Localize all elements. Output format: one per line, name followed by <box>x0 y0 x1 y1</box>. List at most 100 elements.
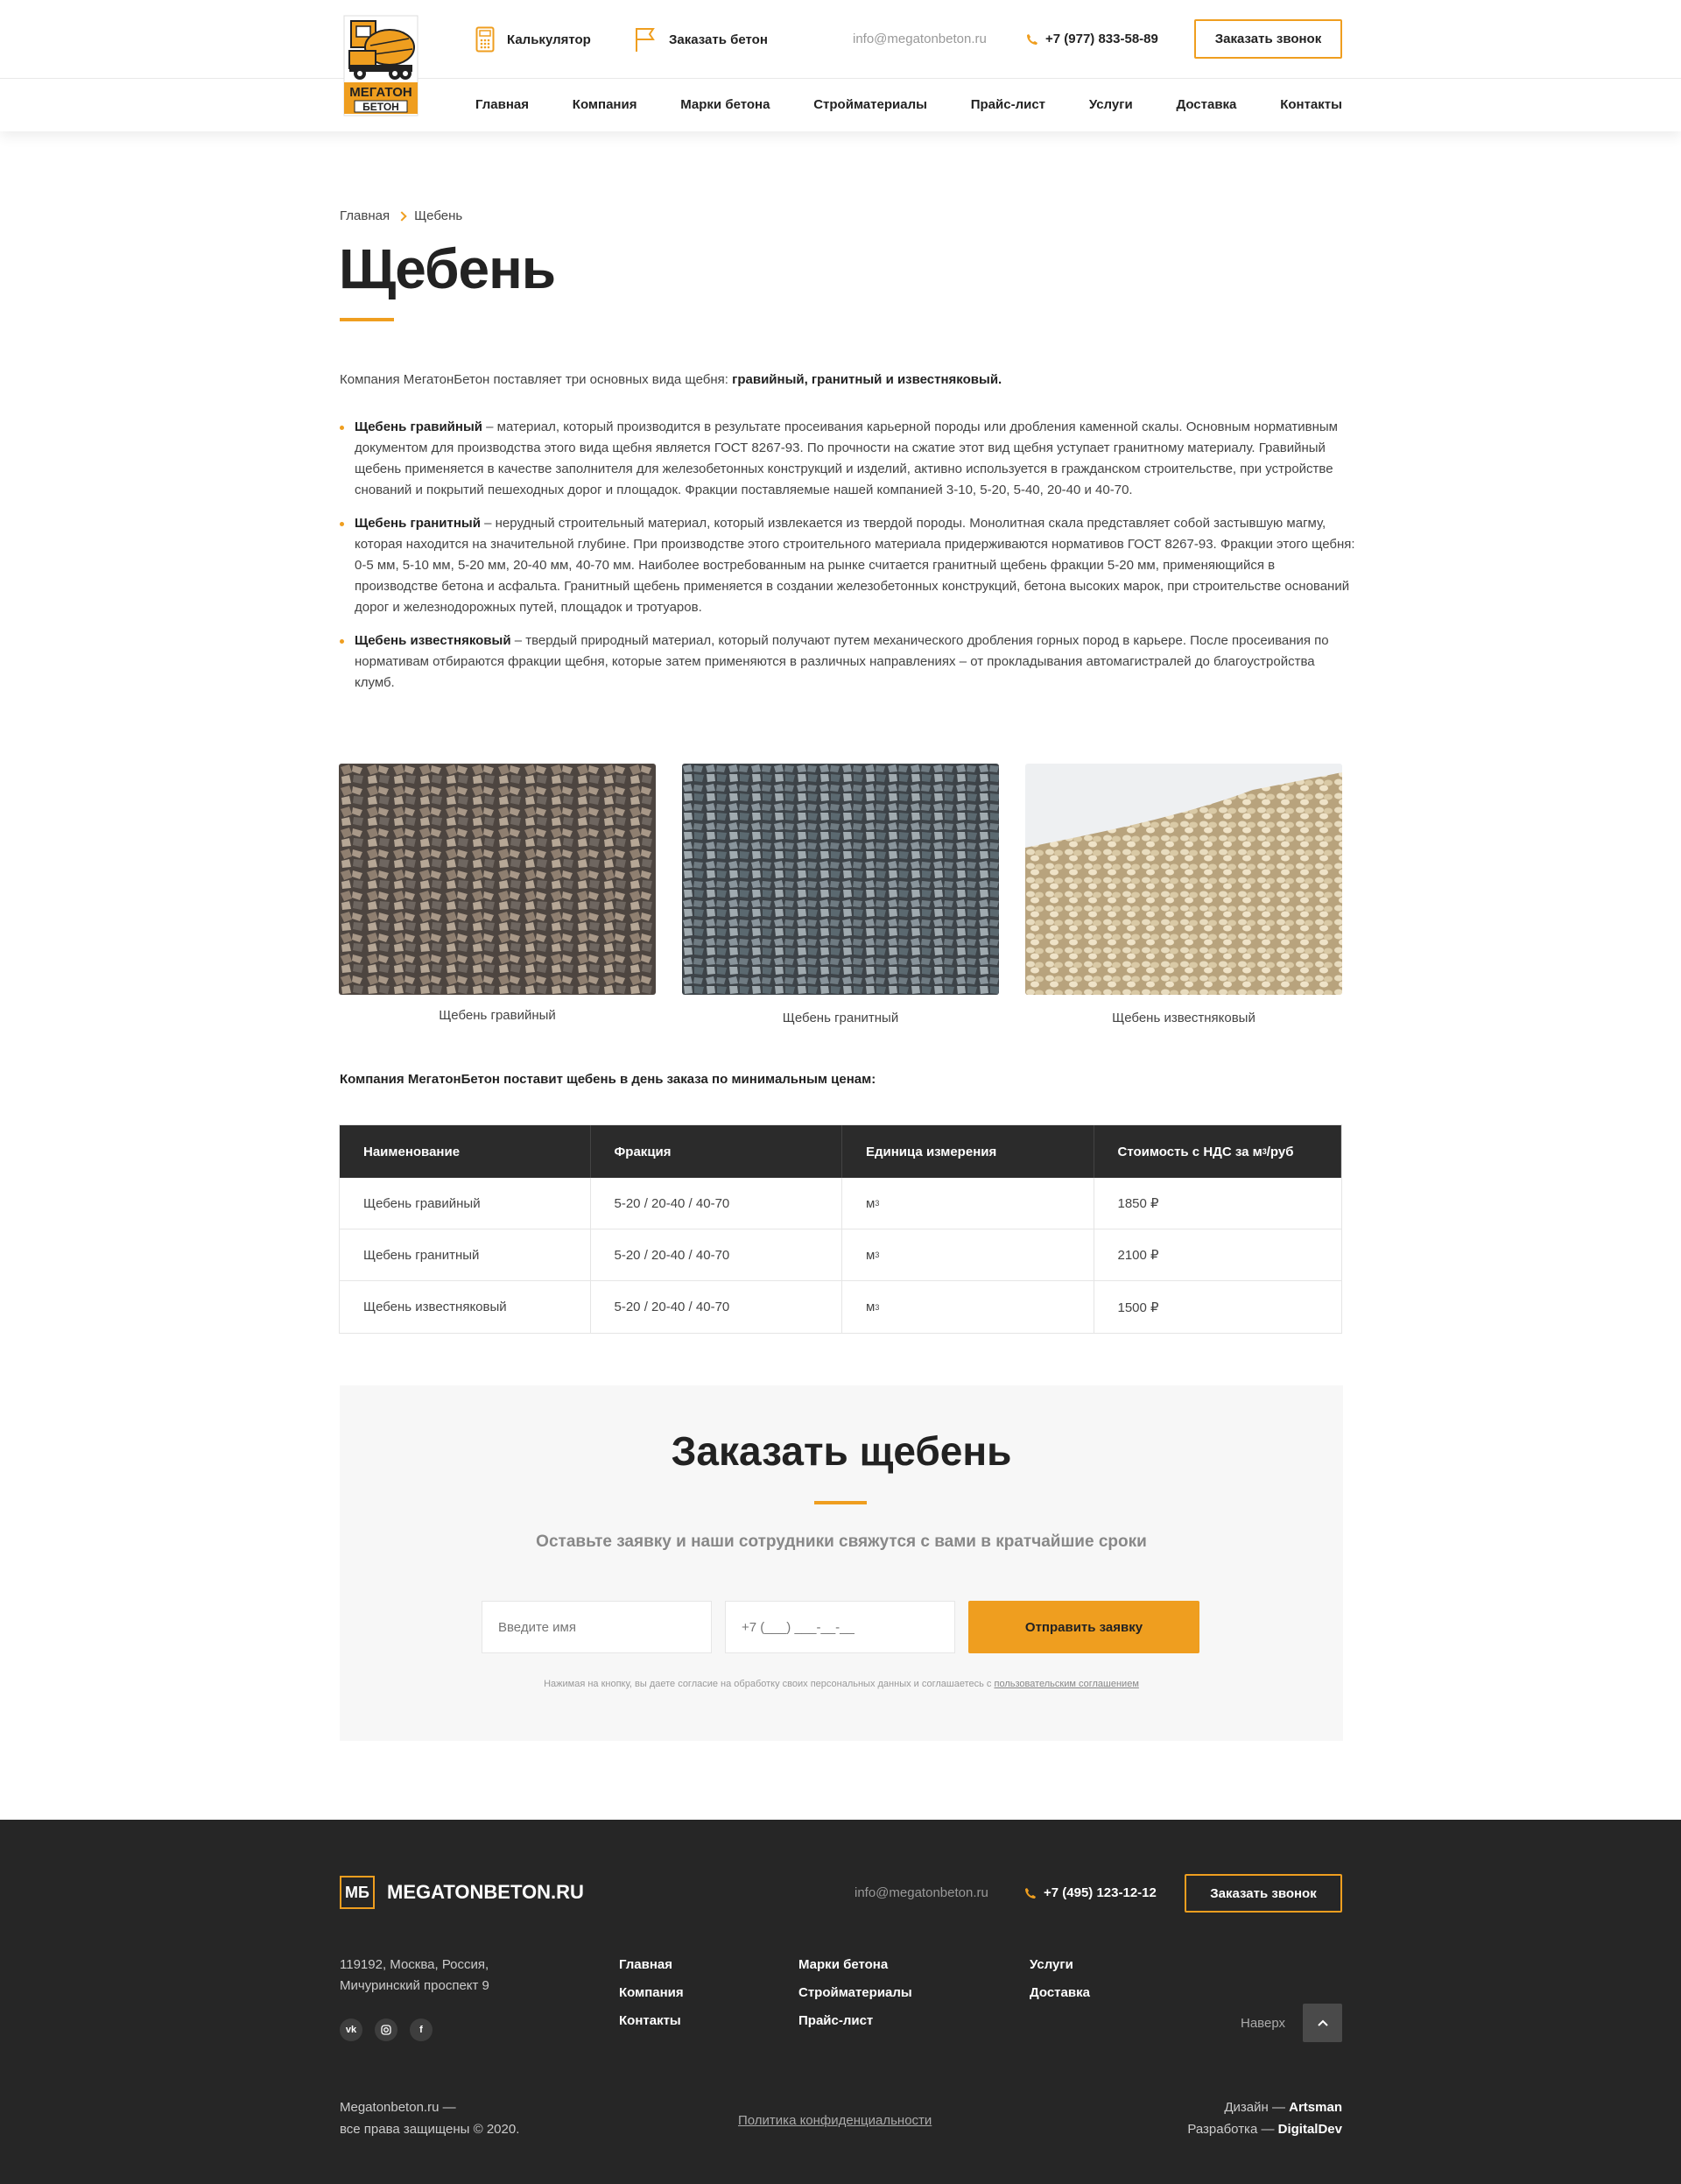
call-request-button[interactable]: Заказать звонок <box>1194 19 1342 59</box>
unit-sup: 3 <box>875 1199 880 1208</box>
column-header: Стоимость с НДС за м 3/руб <box>1094 1125 1341 1178</box>
calculator-link[interactable]: Калькулятор <box>475 25 591 54</box>
header-phone-number: +7 (977) 833-58-89 <box>1045 32 1158 46</box>
name-input[interactable] <box>482 1601 712 1653</box>
svg-text:БЕТОН: БЕТОН <box>362 101 399 113</box>
privacy-policy-link[interactable]: Политика конфиденциальности <box>738 2113 932 2128</box>
table-cell: м3 <box>842 1281 1094 1333</box>
copyright: Megatonbeton.ru — все права защищены © 2… <box>340 2096 519 2140</box>
footer-link-delivery[interactable]: Доставка <box>1030 1985 1090 2003</box>
table-row: Щебень известняковый 5-20 / 20-40 / 40-7… <box>340 1281 1341 1333</box>
gallery-caption: Щебень известняковый <box>1112 1011 1255 1025</box>
dev-name[interactable]: DigitalDev <box>1278 2122 1342 2137</box>
footer-link-concrete-grades[interactable]: Марки бетона <box>798 1957 912 1975</box>
calculator-icon <box>475 26 495 53</box>
order-form-subtitle: Оставьте заявку и наши сотрудники свяжут… <box>536 1532 1147 1551</box>
intro-plain: Компания МегатонБетон поставляет три осн… <box>340 372 733 387</box>
list-item: Щебень гравийный – материал, который про… <box>340 417 1355 501</box>
instagram-icon[interactable] <box>375 2018 397 2041</box>
type-name: Щебень гранитный <box>355 516 481 531</box>
user-agreement-link[interactable]: пользовательским соглашением <box>994 1679 1138 1689</box>
column-header: Единица измерения <box>842 1125 1094 1178</box>
table-cell: 1850 ₽ <box>1117 1196 1159 1211</box>
consent-plain: Нажимая на кнопку, вы даете согласие на … <box>544 1679 995 1689</box>
footer-phone[interactable]: +7 (495) 123-12-12 <box>1024 1885 1157 1900</box>
chevron-up-icon <box>1317 2019 1328 2026</box>
table-cell: 5-20 / 20-40 / 40-70 <box>591 1178 842 1229</box>
nav-item-company[interactable]: Компания <box>573 97 637 112</box>
table-cell: Щебень гравийный <box>340 1178 591 1229</box>
table-row: Щебень гранитный 5-20 / 20-40 / 40-70 м3… <box>340 1229 1341 1281</box>
scroll-top-button[interactable] <box>1303 2004 1342 2042</box>
order-concrete-link[interactable]: Заказать бетон <box>634 25 768 54</box>
nav-item-home[interactable]: Главная <box>475 97 529 112</box>
footer-link-company[interactable]: Компания <box>619 1985 684 2003</box>
design-credit: Дизайн — Artsman <box>1138 2096 1342 2118</box>
order-concrete-label: Заказать бетон <box>669 32 768 47</box>
copyright-line: все права защищены © 2020. <box>340 2122 520 2137</box>
table-cell: 5-20 / 20-40 / 40-70 <box>591 1229 842 1280</box>
flag-icon <box>636 28 655 52</box>
nav-item-concrete-grades[interactable]: Марки бетона <box>680 97 770 112</box>
submit-button[interactable]: Отправить заявку <box>968 1601 1199 1653</box>
footer-link-services[interactable]: Услуги <box>1030 1957 1090 1975</box>
unit-sup: 3 <box>875 1251 880 1259</box>
footer-email[interactable]: info@megatonbeton.ru <box>855 1885 988 1900</box>
phone-input[interactable] <box>725 1601 955 1653</box>
price-lead: Компания МегатонБетон поставит щебень в … <box>340 1072 876 1087</box>
price-table: Наименование Фракция Единица измерения С… <box>339 1124 1342 1334</box>
unit: м <box>866 1195 876 1211</box>
header-email[interactable]: info@megatonbeton.ru <box>853 32 987 46</box>
copyright-line: Megatonbeton.ru — <box>340 2100 456 2115</box>
table-cell: Щебень гранитный <box>340 1229 591 1280</box>
type-name: Щебень известняковый <box>355 633 511 648</box>
unit-sup: 3 <box>875 1302 880 1312</box>
footer-link-materials[interactable]: Стройматериалы <box>798 1985 912 2003</box>
instagram-glyph <box>381 2025 391 2035</box>
phone-icon <box>1027 33 1037 45</box>
site-logo[interactable]: МЕГАТОН БЕТОН <box>339 12 423 119</box>
facebook-icon[interactable]: f <box>410 2018 433 2041</box>
vk-icon[interactable]: vk <box>340 2018 362 2041</box>
dev-credit: Разработка — DigitalDev <box>1138 2118 1342 2140</box>
table-row: Щебень гравийный 5-20 / 20-40 / 40-70 м3… <box>340 1178 1341 1229</box>
title-underline <box>340 318 394 321</box>
header-divider <box>0 78 1681 79</box>
nav-item-contacts[interactable]: Контакты <box>1280 97 1342 112</box>
footer-logo-name: MEGATONBETON.RU <box>387 1881 584 1903</box>
nav-item-services[interactable]: Услуги <box>1089 97 1133 112</box>
table-header-row: Наименование Фракция Единица измерения С… <box>340 1125 1341 1178</box>
breadcrumb-current: Щебень <box>414 208 463 223</box>
footer-logo-mark: МБ <box>340 1876 375 1909</box>
nav-item-price-list[interactable]: Прайс-лист <box>971 97 1045 112</box>
breadcrumb-home[interactable]: Главная <box>340 208 390 223</box>
nav-item-delivery[interactable]: Доставка <box>1176 97 1236 112</box>
footer-link-home[interactable]: Главная <box>619 1957 684 1975</box>
scroll-top-label: Наверх <box>1241 2016 1285 2031</box>
type-description: – нерудный строительный материал, которы… <box>355 516 1355 615</box>
limestone-photo <box>1025 764 1342 995</box>
footer-address: 119192, Москва, Россия, Мичуринский прос… <box>340 1955 489 1997</box>
dev-label: Разработка — <box>1187 2122 1278 2137</box>
footer-call-button[interactable]: Заказать звонок <box>1185 1874 1342 1913</box>
svg-text:МЕГАТОН: МЕГАТОН <box>349 85 411 100</box>
table-cell: Щебень известняковый <box>340 1281 591 1333</box>
type-name: Щебень гравийный <box>355 419 482 434</box>
footer-link-contacts[interactable]: Контакты <box>619 2013 684 2031</box>
nav-item-materials[interactable]: Стройматериалы <box>813 97 927 112</box>
order-form-title: Заказать щебень <box>671 1428 1012 1474</box>
address-line: 119192, Москва, Россия, <box>340 1957 489 1972</box>
unit: м <box>866 1247 876 1263</box>
gravel-photo <box>339 764 656 995</box>
footer-link-price-list[interactable]: Прайс-лист <box>798 2013 912 2031</box>
form-title-underline <box>814 1501 867 1504</box>
breadcrumb: Главная Щебень <box>340 208 462 223</box>
footer-logo[interactable]: МБ MEGATONBETON.RU <box>340 1876 584 1909</box>
main-nav: Главная Компания Марки бетона Стройматер… <box>475 88 1342 121</box>
price-header-unit: /руб <box>1266 1144 1294 1159</box>
list-item: Щебень известняковый – твердый природный… <box>340 631 1355 694</box>
footer-nav-col-1: Главная Компания Контакты <box>619 1957 684 2041</box>
calculator-label: Калькулятор <box>507 32 591 47</box>
header-phone[interactable]: +7 (977) 833-58-89 <box>1026 32 1158 46</box>
design-name[interactable]: Artsman <box>1289 2100 1342 2115</box>
